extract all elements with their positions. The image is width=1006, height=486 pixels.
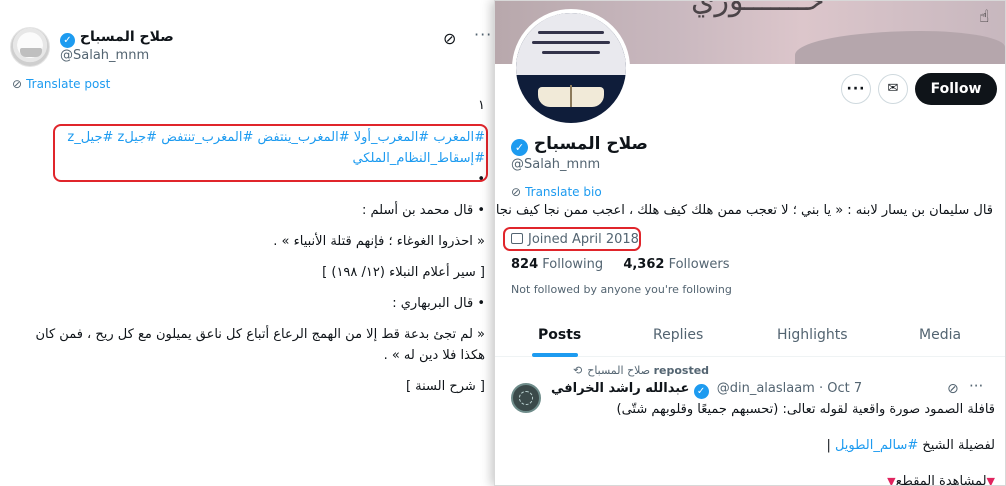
post-line: [ سير أعلام النبلاء (١٢/ ١٩٨) ] bbox=[322, 265, 485, 280]
more-dots-icon[interactable]: ··· bbox=[474, 25, 492, 44]
verified-badge-icon: ✓ bbox=[693, 384, 709, 399]
translate-post-link[interactable]: ⊘ Translate post bbox=[12, 77, 110, 91]
profile-name-row: صلاح المسباح ✓ bbox=[511, 134, 648, 156]
post-line: « لم تجئ بدعة قط إلا من الهمج الرعاع أتب… bbox=[35, 327, 485, 342]
repost-indicator: ⟲ صلاح المسباح reposted bbox=[573, 364, 709, 377]
following-link[interactable]: 824 Following bbox=[511, 257, 603, 272]
reposted-label: reposted bbox=[653, 364, 710, 377]
profile-panel: حـــــــوري ☝ ··· ✉ Follow صلاح المسباح … bbox=[494, 0, 1006, 486]
verified-badge-icon: ✓ bbox=[60, 33, 75, 48]
post-header: صلاح المسباح ✓ @Salah_mnm ⊘ ··· bbox=[10, 25, 492, 67]
not-followed-note: Not followed by anyone you're following bbox=[511, 283, 732, 296]
repost-header: عبدالله راشد الخرافي ✓ @din_alaslaam · O… bbox=[551, 381, 862, 399]
verified-badge-icon: ✓ bbox=[511, 139, 528, 156]
repost-hashtag-link[interactable]: #سالم_الطويل bbox=[835, 438, 918, 453]
repost-line-2: لفضيلة الشيخ #سالم_الطويل | bbox=[511, 435, 995, 457]
grok-icon[interactable]: ⊘ bbox=[947, 381, 959, 397]
author-name-row[interactable]: صلاح المسباح ✓ bbox=[60, 29, 174, 48]
active-tab-indicator bbox=[532, 353, 578, 357]
following-label: Following bbox=[542, 257, 604, 272]
profile-stats: 824 Following 4,362 Followers bbox=[511, 257, 729, 272]
author-avatar[interactable] bbox=[10, 27, 50, 67]
repost-line2-prefix: لفضيلة الشيخ bbox=[918, 438, 995, 453]
hashtags-highlight-box bbox=[53, 124, 488, 182]
translate-icon: ⊘ bbox=[511, 185, 522, 199]
joined-highlight-box bbox=[503, 227, 641, 251]
post-pane: صلاح المسباح ✓ @Salah_mnm ⊘ ··· ⊘ Transla… bbox=[0, 0, 496, 486]
post-line: « احذروا الغوغاء ؛ فإنهم قتلة الأنبياء »… bbox=[273, 234, 485, 249]
followers-label: Followers bbox=[668, 257, 730, 272]
repost-line: قافلة الصمود صورة واقعية لقوله تعالى: (ت… bbox=[616, 402, 996, 417]
repost-author-handle-date[interactable]: @din_alaslaam · Oct 7 bbox=[717, 381, 862, 396]
post-line: [ شرح السنة ] bbox=[405, 379, 485, 394]
profile-name: صلاح المسباح bbox=[533, 134, 648, 154]
followers-link[interactable]: 4,362 Followers bbox=[623, 257, 729, 272]
translate-post-label: Translate post bbox=[26, 77, 111, 91]
followers-count: 4,362 bbox=[623, 257, 665, 272]
author-name[interactable]: صلاح المسباح bbox=[80, 29, 174, 45]
tab-posts[interactable]: Posts bbox=[538, 327, 581, 343]
profile-tabs: Posts Replies Highlights Media bbox=[495, 317, 1005, 357]
following-count: 824 bbox=[511, 257, 539, 272]
tab-highlights[interactable]: Highlights bbox=[777, 327, 848, 343]
reposter-name[interactable]: صلاح المسباح bbox=[587, 364, 650, 377]
profile-handle: @Salah_mnm bbox=[511, 157, 601, 172]
tab-replies[interactable]: Replies bbox=[653, 327, 703, 343]
watch-clip-label: لمشاهدة المقطع bbox=[895, 474, 987, 486]
more-dots-icon[interactable]: ··· bbox=[969, 377, 983, 395]
repost-icon: ⟲ bbox=[573, 364, 583, 377]
more-options-button[interactable]: ··· bbox=[841, 74, 871, 104]
translate-bio-label: Translate bio bbox=[525, 185, 602, 199]
tab-media[interactable]: Media bbox=[919, 327, 961, 343]
post-line: • قال محمد بن أسلم : bbox=[362, 203, 485, 218]
profile-bio: قال سليمان بن يسار لابنه : « يا بني ؛ لا… bbox=[494, 203, 993, 218]
repost-line-3: ▼لمشاهدة المقطع▼ bbox=[511, 471, 995, 486]
triangle-down-icon: ▼ bbox=[986, 475, 995, 486]
translate-icon: ⊘ bbox=[12, 77, 23, 91]
post-line: هكذا فلا دين له » . bbox=[383, 348, 485, 363]
repost-author-name[interactable]: عبدالله راشد الخرافي bbox=[551, 381, 689, 396]
author-handle[interactable]: @Salah_mnm bbox=[60, 48, 149, 63]
translate-bio-link[interactable]: ⊘ Translate bio bbox=[511, 185, 602, 199]
repost-body: قافلة الصمود صورة واقعية لقوله تعالى: (ت… bbox=[511, 399, 996, 486]
repost-line2-suffix: | bbox=[826, 438, 835, 453]
grok-icon[interactable]: ⊘ bbox=[443, 29, 456, 48]
post-line: • قال البربهاري : bbox=[392, 296, 485, 311]
post-line-number: ١ bbox=[478, 98, 485, 113]
triangle-down-icon: ▼ bbox=[887, 475, 896, 486]
envelope-icon[interactable]: ✉ bbox=[878, 74, 908, 104]
hand-pointer-icon: ☝ bbox=[979, 7, 990, 27]
profile-avatar[interactable] bbox=[512, 9, 630, 127]
follow-button[interactable]: Follow bbox=[915, 73, 997, 105]
